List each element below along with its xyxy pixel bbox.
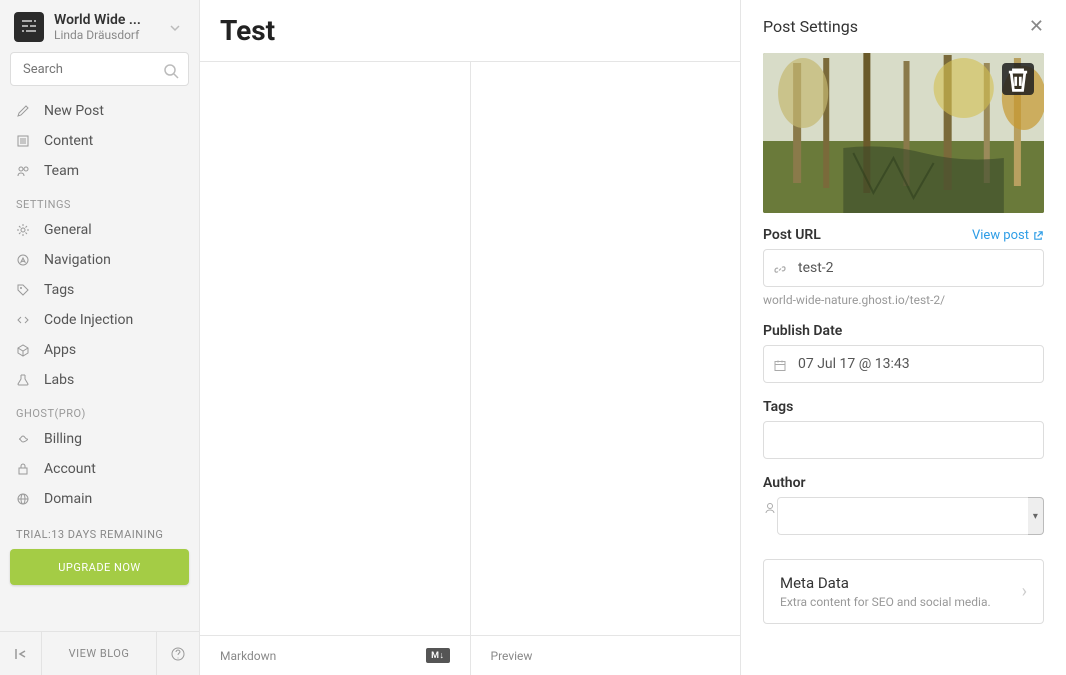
trash-icon[interactable] (1002, 63, 1034, 95)
sidebar-item-label: General (44, 222, 92, 238)
sidebar-item-code-injection[interactable]: Code Injection (0, 305, 199, 335)
sidebar-item-domain[interactable]: Domain (0, 484, 199, 514)
sidebar-item-label: Code Injection (44, 312, 133, 328)
lock-icon (16, 462, 36, 476)
sidebar-item-label: Content (44, 133, 93, 149)
current-user: Linda Dräusdorf (54, 28, 165, 42)
panel-title: Post Settings (763, 17, 858, 36)
sidebar-item-account[interactable]: Account (0, 454, 199, 484)
sidebar-item-navigation[interactable]: Navigation (0, 245, 199, 275)
meta-data-row[interactable]: Meta Data Extra content for SEO and soci… (763, 559, 1044, 624)
view-post-link[interactable]: View post (972, 228, 1044, 243)
featured-image[interactable] (763, 53, 1044, 213)
view-blog-label: VIEW BLOG (69, 647, 130, 660)
box-icon (16, 343, 36, 357)
sidebar-item-general[interactable]: General (0, 215, 199, 245)
close-icon[interactable]: ✕ (1029, 16, 1044, 37)
team-icon (16, 164, 36, 178)
publish-date-label: Publish Date (763, 323, 1044, 339)
sidebar-item-tags[interactable]: Tags (0, 275, 199, 305)
view-post-label: View post (972, 228, 1029, 243)
editor-area: Test Markdown M↓ Preview (200, 0, 741, 675)
compass-icon (16, 253, 36, 267)
external-link-icon (1033, 230, 1044, 241)
upgrade-button[interactable]: UPGRADE NOW (10, 549, 189, 585)
publish-date-input[interactable] (763, 345, 1044, 383)
meta-title: Meta Data (780, 574, 991, 592)
preview-pane (471, 62, 741, 635)
sidebar-item-apps[interactable]: Apps (0, 335, 199, 365)
sidebar-item-content[interactable]: Content (0, 126, 199, 156)
chevron-down-icon[interactable] (165, 14, 185, 41)
sidebar-item-new-post[interactable]: New Post (0, 96, 199, 126)
calendar-icon (773, 355, 787, 374)
author-dropdown-button[interactable]: ▾ (1028, 497, 1044, 535)
tags-label: Tags (763, 399, 1044, 415)
sidebar-item-billing[interactable]: Billing (0, 424, 199, 454)
link-icon (773, 259, 787, 278)
site-name: World Wide ... (54, 12, 165, 28)
pencil-icon (16, 104, 36, 118)
sidebar-item-label: Billing (44, 431, 82, 447)
post-url-hint: world-wide-nature.ghost.io/test-2/ (763, 293, 1044, 307)
post-title[interactable]: Test (220, 14, 720, 47)
list-icon (16, 134, 36, 148)
collapse-sidebar-button[interactable] (0, 632, 42, 675)
labs-icon (16, 373, 36, 387)
billing-icon (16, 432, 36, 446)
sidebar-item-labs[interactable]: Labs (0, 365, 199, 395)
chevron-right-icon: › (1022, 581, 1027, 602)
meta-subtitle: Extra content for SEO and social media. (780, 595, 991, 609)
sidebar-section-settings: SETTINGS (0, 186, 199, 215)
user-icon (763, 497, 777, 535)
gear-icon (16, 223, 36, 237)
author-select[interactable] (777, 497, 1032, 535)
post-url-input[interactable] (763, 249, 1044, 287)
sidebar-item-label: Tags (44, 282, 74, 298)
sidebar-item-label: Navigation (44, 252, 111, 268)
trial-text: TRIAL:13 DAYS REMAINING (0, 514, 199, 549)
tag-icon (16, 283, 36, 297)
markdown-help-icon[interactable]: M↓ (426, 648, 449, 663)
sidebar-item-label: Apps (44, 342, 76, 358)
search-wrapper (10, 52, 189, 86)
site-logo (14, 12, 44, 42)
preview-label: Preview (491, 649, 533, 663)
help-button[interactable] (157, 632, 199, 675)
sidebar-item-label: Team (44, 163, 79, 179)
search-icon (163, 60, 179, 79)
tags-input[interactable] (763, 421, 1044, 459)
markdown-label: Markdown (220, 649, 276, 663)
sidebar-item-label: Labs (44, 372, 74, 388)
markdown-editor[interactable] (200, 62, 471, 635)
sidebar-section-ghostpro: GHOST(PRO) (0, 395, 199, 424)
site-switcher[interactable]: World Wide ... Linda Dräusdorf (0, 0, 199, 52)
author-label: Author (763, 475, 1044, 491)
sidebar-item-team[interactable]: Team (0, 156, 199, 186)
post-url-label: Post URL (763, 227, 821, 243)
globe-icon (16, 492, 36, 506)
sidebar: World Wide ... Linda Dräusdorf New Post … (0, 0, 200, 675)
post-settings-panel: Post Settings ✕ (741, 0, 1066, 675)
sidebar-item-label: Account (44, 461, 96, 477)
code-icon (16, 313, 36, 327)
view-blog-button[interactable]: VIEW BLOG (42, 632, 157, 675)
sidebar-item-label: New Post (44, 103, 104, 119)
sidebar-item-label: Domain (44, 491, 92, 507)
